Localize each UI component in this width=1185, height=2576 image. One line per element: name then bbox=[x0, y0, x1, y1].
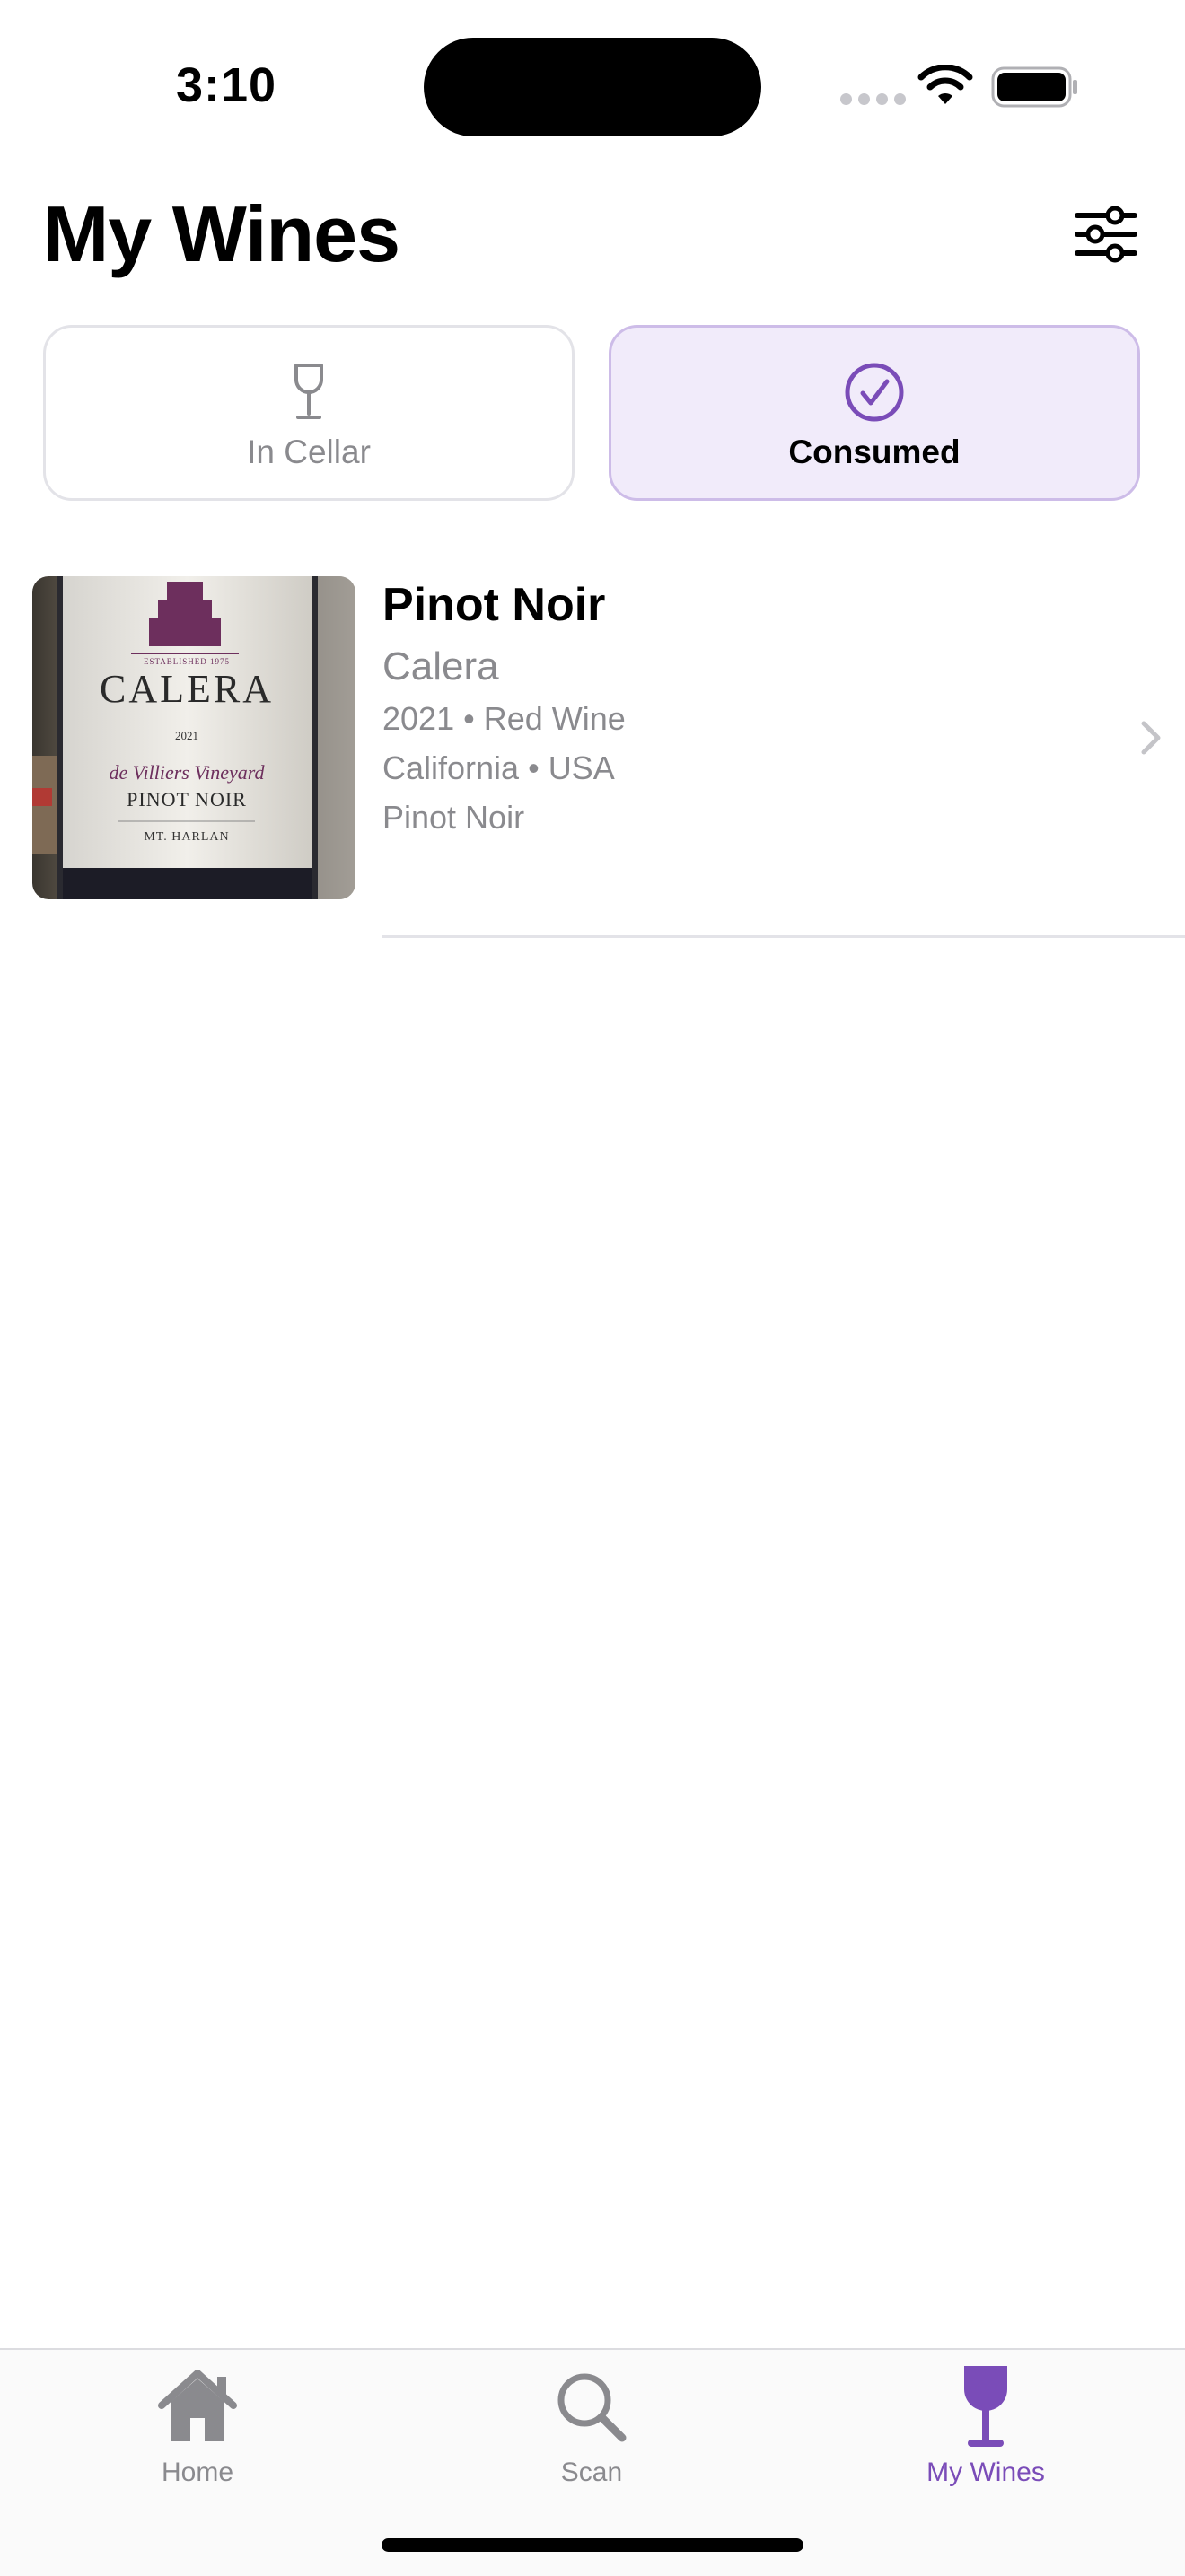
battery-icon bbox=[991, 66, 1077, 108]
segment-consumed[interactable]: Consumed bbox=[609, 325, 1140, 501]
wifi-icon bbox=[917, 65, 973, 104]
wine-country: USA bbox=[548, 749, 615, 786]
checkmark-circle-icon bbox=[845, 363, 904, 422]
wine-list-item[interactable]: ESTABLISHED 1975 CALERA 2021 de Villiers… bbox=[0, 574, 1185, 939]
label-vineyard: de Villiers Vineyard bbox=[109, 761, 265, 784]
cellular-signal-icon bbox=[840, 93, 906, 105]
wine-glass-filled-icon bbox=[964, 2366, 1007, 2447]
tab-home[interactable]: Home bbox=[99, 2364, 296, 2499]
wine-region: California bbox=[382, 749, 520, 786]
status-time: 3:10 bbox=[176, 58, 277, 112]
tab-my-wines[interactable]: My Wines bbox=[887, 2364, 1084, 2499]
dynamic-island bbox=[424, 38, 761, 136]
wine-varietal: Pinot Noir bbox=[382, 799, 525, 836]
label-brand: CALERA bbox=[100, 667, 274, 711]
wine-producer: Calera bbox=[382, 644, 499, 688]
wine-vintage-type: 2021 • Red Wine bbox=[382, 700, 626, 737]
label-appellation: MT. HARLAN bbox=[144, 830, 229, 844]
page-title: My Wines bbox=[43, 189, 400, 278]
segment-label: Consumed bbox=[788, 434, 961, 470]
wine-bottle-photo: ESTABLISHED 1975 CALERA 2021 de Villiers… bbox=[32, 576, 356, 899]
segment-label: In Cellar bbox=[247, 434, 371, 470]
tab-label: Scan bbox=[560, 2458, 623, 2487]
wine-vintage: 2021 bbox=[382, 700, 455, 737]
label-established: ESTABLISHED 1975 bbox=[144, 657, 230, 666]
sliders-icon bbox=[1075, 206, 1137, 263]
chevron-right-icon bbox=[1141, 721, 1161, 755]
tab-label: Home bbox=[161, 2458, 234, 2487]
label-wine: PINOT NOIR bbox=[127, 788, 247, 810]
label-year: 2021 bbox=[175, 729, 198, 742]
row-divider bbox=[382, 935, 1185, 938]
wine-name: Pinot Noir bbox=[382, 579, 606, 631]
tab-label: My Wines bbox=[926, 2458, 1045, 2487]
magnifying-glass-icon bbox=[557, 2373, 627, 2442]
home-indicator[interactable] bbox=[382, 2538, 803, 2552]
filter-button[interactable] bbox=[1072, 203, 1140, 266]
segment-in-cellar[interactable]: In Cellar bbox=[43, 325, 575, 501]
wine-type: Red Wine bbox=[483, 700, 626, 737]
wine-glass-icon bbox=[294, 364, 323, 419]
wine-origin: California • USA bbox=[382, 749, 615, 786]
tab-scan[interactable]: Scan bbox=[493, 2364, 690, 2499]
house-icon bbox=[158, 2370, 237, 2441]
